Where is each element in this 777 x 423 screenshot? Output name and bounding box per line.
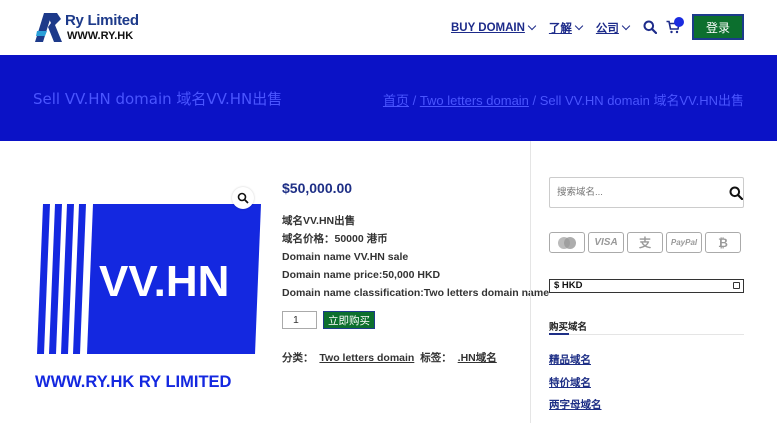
nav-label: BUY DOMAIN — [451, 22, 525, 34]
visa-icon: VISA — [588, 232, 624, 253]
page-title: Sell VV.HN domain 域名VV.HN出售 — [33, 90, 283, 108]
logo-mark-icon — [35, 13, 62, 42]
logo-subtitle: WWW.RY.HK — [67, 30, 134, 42]
product-image-main-text: VV.HN — [99, 257, 229, 306]
bitcoin-icon: ₿ — [705, 232, 741, 253]
nav-learn[interactable]: 了解 — [548, 20, 584, 36]
mastercard-icon — [549, 232, 585, 253]
payment-methods: VISA 支 PayPal ₿ — [549, 232, 741, 253]
product-meta: 分类： Two letters domain 标签： .HN域名 — [282, 350, 500, 365]
nav-label: 公司 — [595, 23, 619, 35]
chevron-down-icon — [733, 282, 740, 289]
breadcrumb-separator: / — [408, 93, 420, 108]
product-image[interactable]: VV.HN WWW.RY.HK RY LIMITED — [33, 182, 265, 391]
chevron-down-icon — [574, 21, 584, 31]
chevron-down-icon — [527, 21, 537, 31]
category-link[interactable]: Two letters domain — [319, 352, 414, 364]
sidebar-divider — [530, 141, 531, 423]
currency-select[interactable]: $ HKD — [549, 279, 744, 293]
buy-now-button[interactable]: 立即购买 — [323, 311, 375, 329]
description-line: Domain name classification:Two letters d… — [282, 287, 550, 299]
tag-label: 标签： — [420, 352, 452, 364]
description-line: 域名VV.HN出售 — [282, 215, 356, 227]
site-logo[interactable]: Ry Limited WWW.RY.HK — [33, 11, 139, 45]
product-image-footer-text: WWW.RY.HK RY LIMITED — [35, 373, 232, 390]
nav-company[interactable]: 公司 — [595, 20, 631, 36]
widget-divider-accent — [549, 333, 569, 335]
breadcrumb-separator: / — [528, 93, 540, 108]
chevron-down-icon — [621, 21, 631, 31]
magnifier-icon — [237, 192, 249, 204]
description-line: Domain name price:50,000 HKD — [282, 269, 441, 281]
tag-link[interactable]: .HN域名 — [458, 352, 497, 364]
description-line: Domain name VV.HN sale — [282, 251, 409, 263]
sidebar-link-special[interactable]: 特价域名 — [549, 372, 602, 395]
breadcrumb-current: Sell VV.HN domain 域名VV.HN出售 — [539, 93, 744, 108]
domain-category-list: 精品域名 特价域名 两字母域名 — [549, 349, 602, 417]
logo-title: Ry Limited — [65, 12, 139, 29]
product-price: $50,000.00 — [282, 180, 353, 196]
main-nav: BUY DOMAIN 了解 公司 — [451, 20, 643, 36]
sidebar-link-premium[interactable]: 精品域名 — [549, 349, 602, 372]
alipay-icon: 支 — [627, 232, 663, 253]
login-button[interactable]: 登录 — [692, 14, 744, 40]
site-header: Ry Limited WWW.RY.HK BUY DOMAIN 了解 公司 登录 — [0, 0, 777, 55]
search-icon[interactable] — [729, 186, 743, 200]
zoom-button[interactable] — [232, 187, 254, 209]
sidebar-link-two-letter[interactable]: 两字母域名 — [549, 394, 602, 417]
page-banner: Sell VV.HN domain 域名VV.HN出售 首页 / Two let… — [0, 55, 777, 141]
cart-count-badge — [674, 17, 684, 27]
currency-value: $ HKD — [554, 280, 583, 291]
widget-title: 购买域名 — [549, 322, 588, 333]
category-label: 分类： — [282, 352, 314, 364]
quantity-input[interactable]: 1 — [282, 311, 317, 329]
product-image-graphic: VV.HN WWW.RY.HK RY LIMITED — [35, 204, 261, 391]
domain-search — [549, 177, 744, 208]
widget-divider — [549, 334, 744, 335]
breadcrumb: 首页 / Two letters domain / Sell VV.HN dom… — [383, 90, 744, 109]
breadcrumb-home-link[interactable]: 首页 — [383, 93, 409, 108]
search-icon[interactable] — [643, 20, 657, 34]
breadcrumb-category-link[interactable]: Two letters domain — [420, 93, 529, 108]
description-line: 域名价格：50000 港币 — [282, 233, 388, 245]
domain-search-input[interactable] — [550, 178, 710, 207]
nav-label: 了解 — [548, 23, 572, 35]
paypal-icon: PayPal — [666, 232, 702, 253]
product-description: 域名VV.HN出售 域名价格：50000 港币 Domain name VV.H… — [282, 212, 549, 302]
nav-buy-domain[interactable]: BUY DOMAIN — [451, 20, 537, 36]
